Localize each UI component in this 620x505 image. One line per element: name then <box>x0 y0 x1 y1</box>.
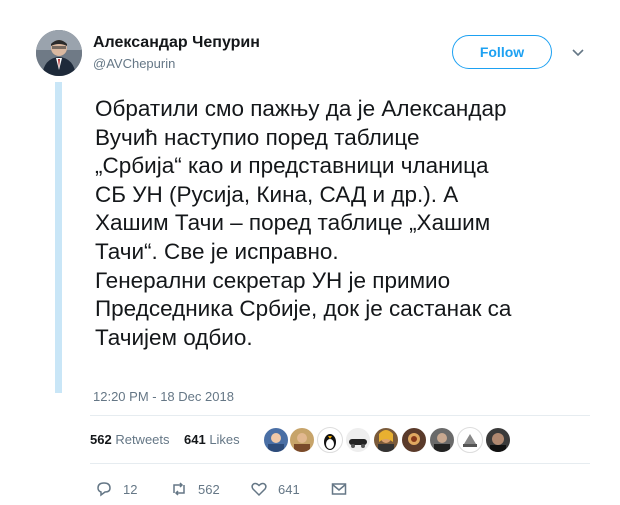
tweet-text: Обратили смо пажњу да је Александар Вучи… <box>95 95 605 352</box>
direct-message-button[interactable] <box>330 480 358 498</box>
liker-avatar[interactable] <box>289 427 315 453</box>
like-count: 641 <box>278 481 300 497</box>
liker-avatar[interactable] <box>263 427 289 453</box>
retweet-button[interactable]: 562 <box>170 480 220 498</box>
liker-avatar[interactable] <box>485 427 511 453</box>
tweet-line: Обратили смо пажњу да је Александар <box>95 96 507 121</box>
divider <box>90 415 590 416</box>
timestamp[interactable]: 12:20 PM - 18 Dec 2018 <box>93 389 234 404</box>
engagement-stats: 562 Retweets 641 Likes <box>90 432 240 447</box>
tweet-line: „Србија“ као и представници чланица <box>95 153 489 179</box>
reply-count: 12 <box>123 481 138 497</box>
likes-count[interactable]: 641 <box>184 432 206 447</box>
like-button[interactable]: 641 <box>250 480 300 498</box>
retweet-count: 562 <box>198 481 220 497</box>
reply-icon <box>97 482 111 497</box>
tweet-line: Хашим Тачи – поред таблице „Хашим <box>95 210 491 236</box>
follow-button[interactable]: Follow <box>452 35 552 69</box>
likes-label[interactable]: Likes <box>209 432 239 447</box>
tweet-card: Александар Чепурин @AVChepurin Follow Об… <box>0 0 620 505</box>
tweet-line: Тачијем одбио. <box>95 324 253 350</box>
retweets-label[interactable]: Retweets <box>115 432 169 447</box>
retweets-count[interactable]: 562 <box>90 432 112 447</box>
liker-avatar[interactable] <box>373 427 399 453</box>
tweet-actions: 12 562 641 <box>0 480 620 500</box>
envelope-icon <box>331 483 347 495</box>
thread-line <box>55 82 62 393</box>
tweet-line: Тачи“. Све је исправно. <box>95 238 339 264</box>
reply-button[interactable]: 12 <box>95 480 137 498</box>
divider <box>90 463 590 464</box>
author-name[interactable]: Александар Чепурин <box>93 34 260 52</box>
avatar[interactable] <box>36 30 82 76</box>
liker-avatar[interactable] <box>401 427 427 453</box>
tweet-line: Вучић наступио поред таблице <box>95 124 420 150</box>
tweet-line: СБ УН (Русија, Кина, САД и др.). А <box>95 181 459 207</box>
retweet-icon <box>173 482 185 496</box>
tweet-line: Председника Србије, док је састанак са <box>95 296 512 322</box>
author-handle[interactable]: @AVChepurin <box>93 56 175 71</box>
tweet-line: Генерални секретар УН је примио <box>95 267 451 293</box>
heart-icon <box>251 482 267 497</box>
liker-avatar[interactable] <box>317 427 343 453</box>
liker-avatar[interactable] <box>457 427 483 453</box>
liker-avatar[interactable] <box>429 427 455 453</box>
chevron-down-icon[interactable] <box>570 44 586 60</box>
liker-avatar[interactable] <box>345 427 371 453</box>
